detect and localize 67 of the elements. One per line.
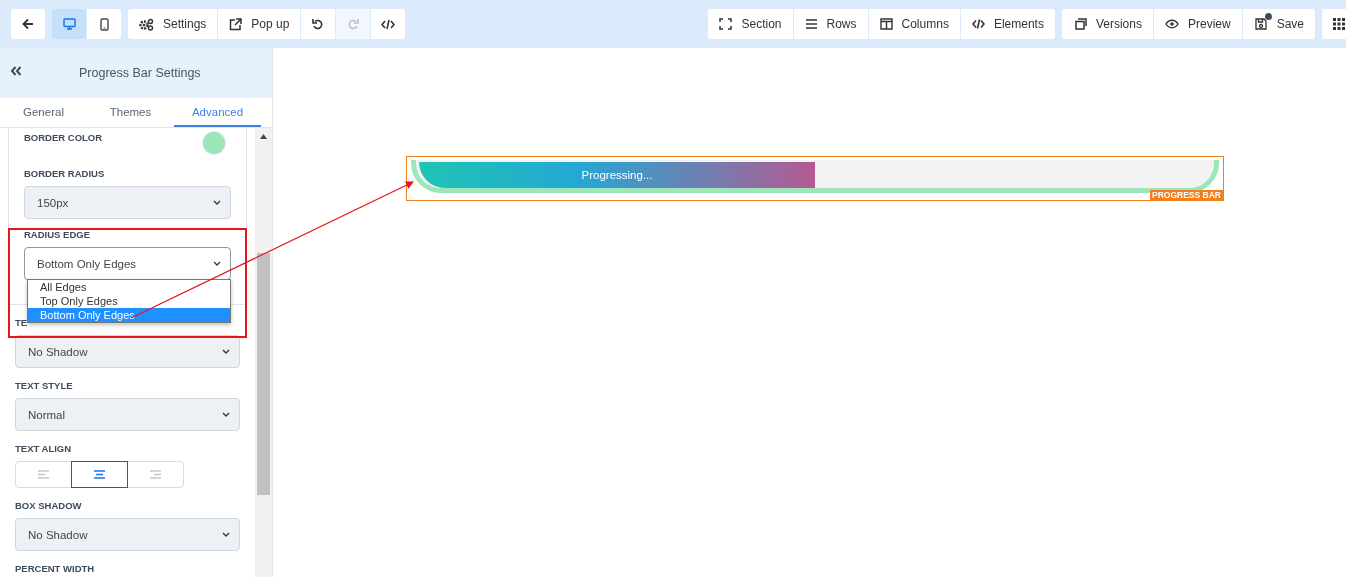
select-value: No Shadow [28,528,88,541]
select-field[interactable]: No Shadow [15,518,240,551]
scroll-up-icon[interactable] [260,134,267,139]
settings-button[interactable]: Settings [128,9,218,39]
versions-button[interactable]: Versions [1061,9,1153,39]
select-field[interactable]: Normal [15,398,240,431]
select-field[interactable]: Bottom Only Edges [24,247,231,280]
section-button[interactable]: Section [708,9,793,39]
chevron-down-icon [222,412,230,417]
double-chevron-left-icon [10,66,22,76]
field-label: PERCENT WIDTH [15,563,95,574]
field-label: RADIUS EDGE [24,229,90,240]
external-link-icon [229,17,243,31]
columns-icon [879,18,893,30]
field-label: TEXT STYLE [15,380,73,391]
dropdown-option[interactable]: Top Only Edges [28,294,230,308]
collapse-button[interactable] [10,66,22,76]
field-label: BORDER COLOR [24,132,103,143]
mobile-icon [99,17,109,31]
mobile-view-button[interactable] [87,9,121,39]
rows-icon [804,18,818,30]
chevron-down-icon [213,200,221,205]
element-tag: PROGRESS BAR [1150,190,1223,201]
eye-icon [1164,18,1179,30]
columns-button[interactable]: Columns [868,9,960,39]
chevron-down-icon [213,261,221,266]
popup-button[interactable]: Pop up [218,9,301,39]
save-button[interactable]: Save [1242,9,1315,39]
code-icon [381,18,396,30]
elements-button[interactable]: Elements [960,9,1055,39]
apps-grid-button[interactable] [1322,9,1346,39]
field-label: BORDER RADIUS [24,168,105,179]
redo-icon [347,18,360,30]
code-icon [971,18,985,30]
undo-button[interactable] [301,9,336,39]
rows-button[interactable]: Rows [793,9,868,39]
align-left-icon [38,470,49,479]
grid-icon [1333,18,1345,30]
dropdown-option[interactable]: All Edges [28,280,230,294]
select-field[interactable]: 150px [24,186,231,219]
field-label: TEXT ALIGN [15,443,72,454]
color-swatch[interactable] [203,132,225,154]
progress-text: Progressing... [581,169,653,181]
panel-title: Progress Bar Settings [79,66,201,80]
align-center-icon [94,470,105,479]
save-icon [1253,18,1268,30]
scrollbar[interactable] [255,128,272,577]
back-arrow-icon [22,18,34,30]
gears-icon [139,17,154,31]
code-button[interactable] [371,9,406,39]
desktop-icon [62,18,76,30]
select-value: Normal [28,408,66,421]
chevron-down-icon [222,532,230,537]
select-value: Bottom Only Edges [37,257,137,270]
align-right-icon [150,470,161,479]
undo-icon [312,18,325,30]
frame-corners-icon [719,18,733,30]
select-value: No Shadow [28,345,88,358]
field-label: BOX SHADOW [15,500,82,511]
back-button[interactable] [11,9,45,39]
stacked-windows-icon [1072,18,1087,30]
align-center-button[interactable] [71,461,128,488]
select-field[interactable]: No Shadow [15,335,240,368]
preview-button[interactable]: Preview [1153,9,1242,39]
select-value: 150px [37,196,69,209]
chevron-down-icon [222,349,230,354]
field-label: TE [15,317,28,328]
